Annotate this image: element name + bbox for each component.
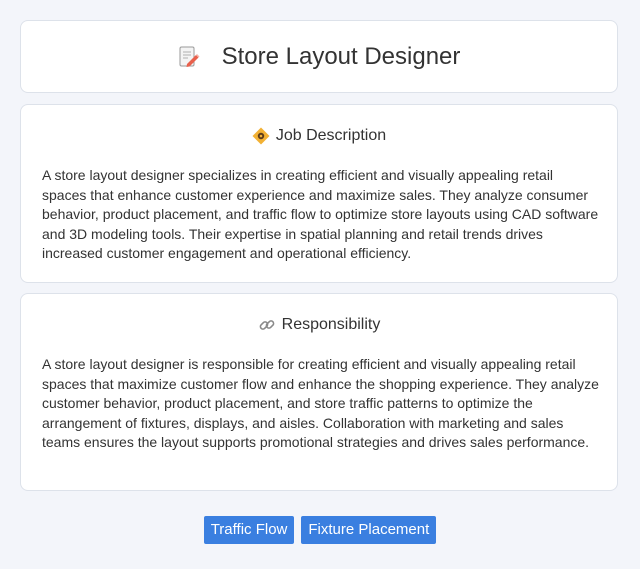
responsibility-card: Responsibility A store layout designer i… — [20, 293, 618, 491]
responsibility-title: Responsibility — [281, 316, 381, 333]
responsibility-heading: Responsibility — [21, 316, 617, 334]
job-description-text: A store layout designer specializes in c… — [42, 167, 599, 261]
header-card: Store Layout Designer — [20, 20, 618, 93]
job-description-card: Job Description A store layout designer … — [20, 104, 618, 283]
page-title-row: Store Layout Designer — [21, 43, 617, 71]
tag-fixture-placement[interactable]: Fixture Placement — [301, 516, 437, 544]
tag-list: Traffic Flow Fixture Placement — [0, 516, 640, 544]
page-title: Store Layout Designer — [221, 43, 461, 70]
link-icon — [259, 320, 275, 330]
memo-pencil-icon — [179, 46, 200, 67]
diamond-badge-icon — [252, 127, 270, 145]
job-description-title: Job Description — [275, 127, 387, 144]
job-description-heading: Job Description — [21, 127, 617, 145]
tag-traffic-flow[interactable]: Traffic Flow — [203, 516, 295, 544]
responsibility-text: A store layout designer is responsible f… — [42, 356, 599, 450]
